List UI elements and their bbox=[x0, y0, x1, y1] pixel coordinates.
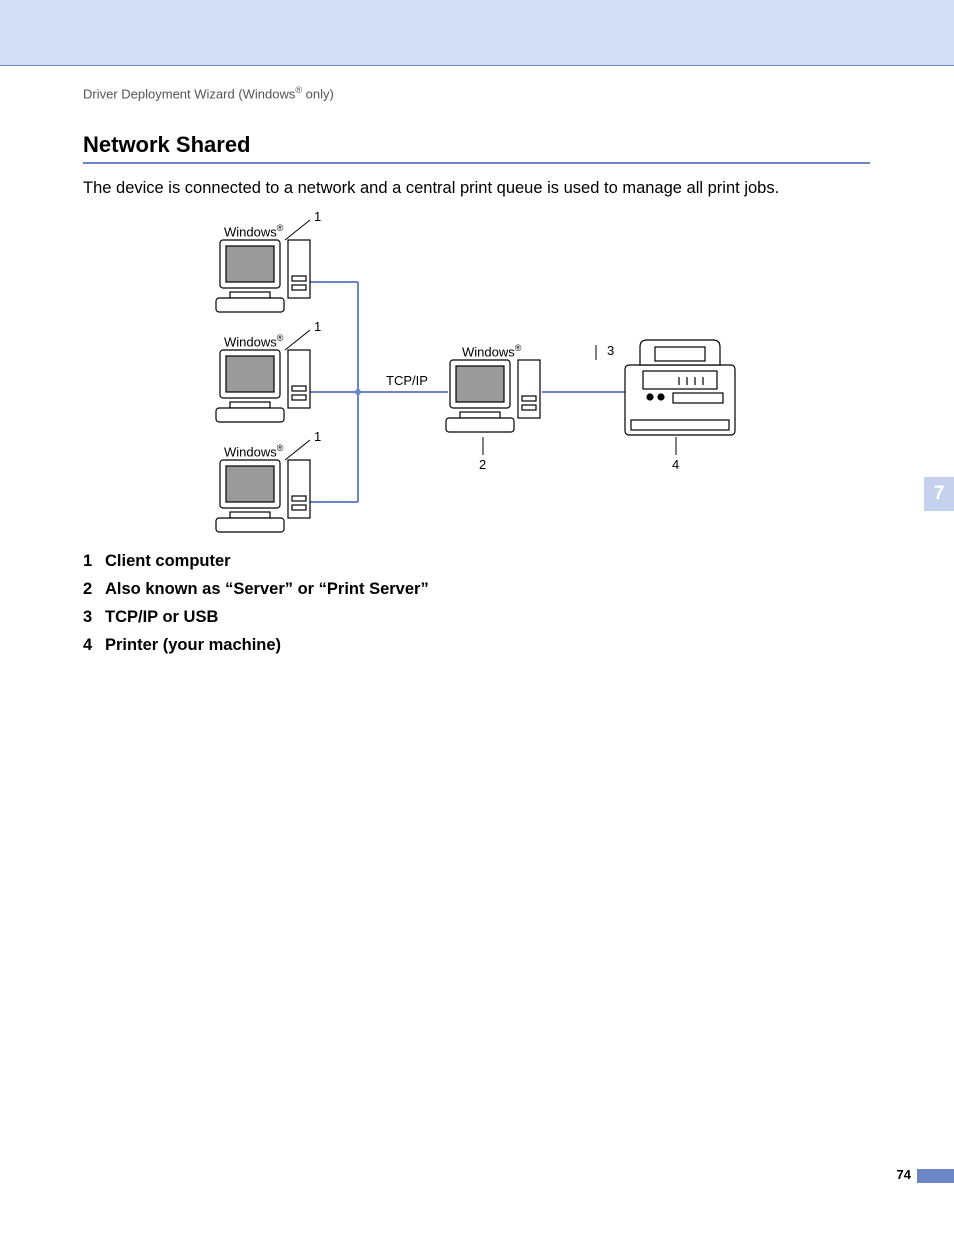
client-label-1: Windows® bbox=[224, 223, 283, 239]
legend: 1Client computer 2Also known as “Server”… bbox=[83, 547, 429, 659]
callout-3: 3 bbox=[607, 343, 614, 358]
legend-item: 2Also known as “Server” or “Print Server… bbox=[83, 575, 429, 603]
header-band bbox=[0, 0, 954, 65]
legend-item: 4Printer (your machine) bbox=[83, 631, 429, 659]
callout-1b: 1 bbox=[314, 319, 321, 334]
legend-item: 1Client computer bbox=[83, 547, 429, 575]
callout-4: 4 bbox=[672, 457, 679, 472]
client-label-2: Windows® bbox=[224, 333, 283, 349]
callout-1a: 1 bbox=[314, 209, 321, 224]
header-rule bbox=[0, 65, 954, 66]
section-body: The device is connected to a network and… bbox=[83, 179, 779, 198]
callout-1c: 1 bbox=[314, 429, 321, 444]
chapter-tab: 7 bbox=[924, 477, 954, 511]
section-title: Network Shared bbox=[83, 132, 251, 158]
page-number-bar bbox=[917, 1169, 954, 1183]
server-label: Windows® bbox=[462, 343, 521, 359]
breadcrumb-text-suffix: only) bbox=[302, 86, 334, 101]
callout-2: 2 bbox=[479, 457, 486, 472]
section-rule bbox=[83, 162, 870, 164]
protocol-label: TCP/IP bbox=[386, 373, 428, 388]
legend-item: 3TCP/IP or USB bbox=[83, 603, 429, 631]
network-diagram: Windows® Windows® Windows® Windows® TCP/… bbox=[210, 205, 740, 540]
page-number: 74 bbox=[897, 1167, 911, 1182]
client-label-3: Windows® bbox=[224, 443, 283, 459]
breadcrumb: Driver Deployment Wizard (Windows® only) bbox=[83, 85, 334, 101]
breadcrumb-text-prefix: Driver Deployment Wizard (Windows bbox=[83, 86, 295, 101]
